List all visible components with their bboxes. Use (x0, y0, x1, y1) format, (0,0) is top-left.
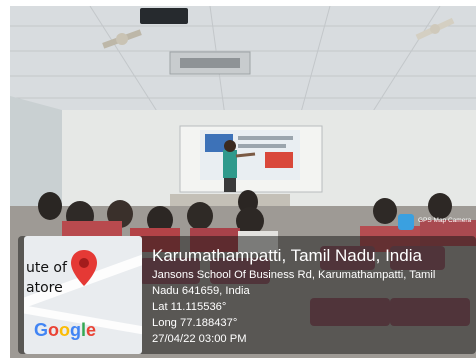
map-label-line2: atore (26, 280, 63, 296)
map-pin-icon (71, 250, 97, 286)
map-thumbnail[interactable]: ute of atore Google (24, 236, 142, 354)
speaker (223, 150, 237, 178)
map-label: ute of atore (26, 258, 67, 298)
latitude-text: Lat 11.115536° (152, 301, 227, 313)
timestamp-text: 27/04/22 03:00 PM (152, 333, 247, 345)
map-label-line1: ute of (26, 260, 67, 276)
camera-app-icon (398, 214, 414, 230)
longitude-text: Long 77.188437° (152, 317, 238, 329)
google-logo: Google (34, 320, 97, 340)
location-title: Karumathampatti, Tamil Nadu, India (152, 246, 422, 265)
projector (140, 8, 188, 24)
gps-overlay: ute of atore Google Karumathampatti, Tam… (18, 236, 476, 354)
gps-camera-badge: GPS Map Camera (398, 214, 471, 232)
address-line-2: Nadu 641659, India (152, 285, 250, 297)
camera-badge-label: GPS Map Camera (418, 217, 472, 224)
address-line-1: Jansons School Of Business Rd, Karumatha… (152, 269, 436, 281)
